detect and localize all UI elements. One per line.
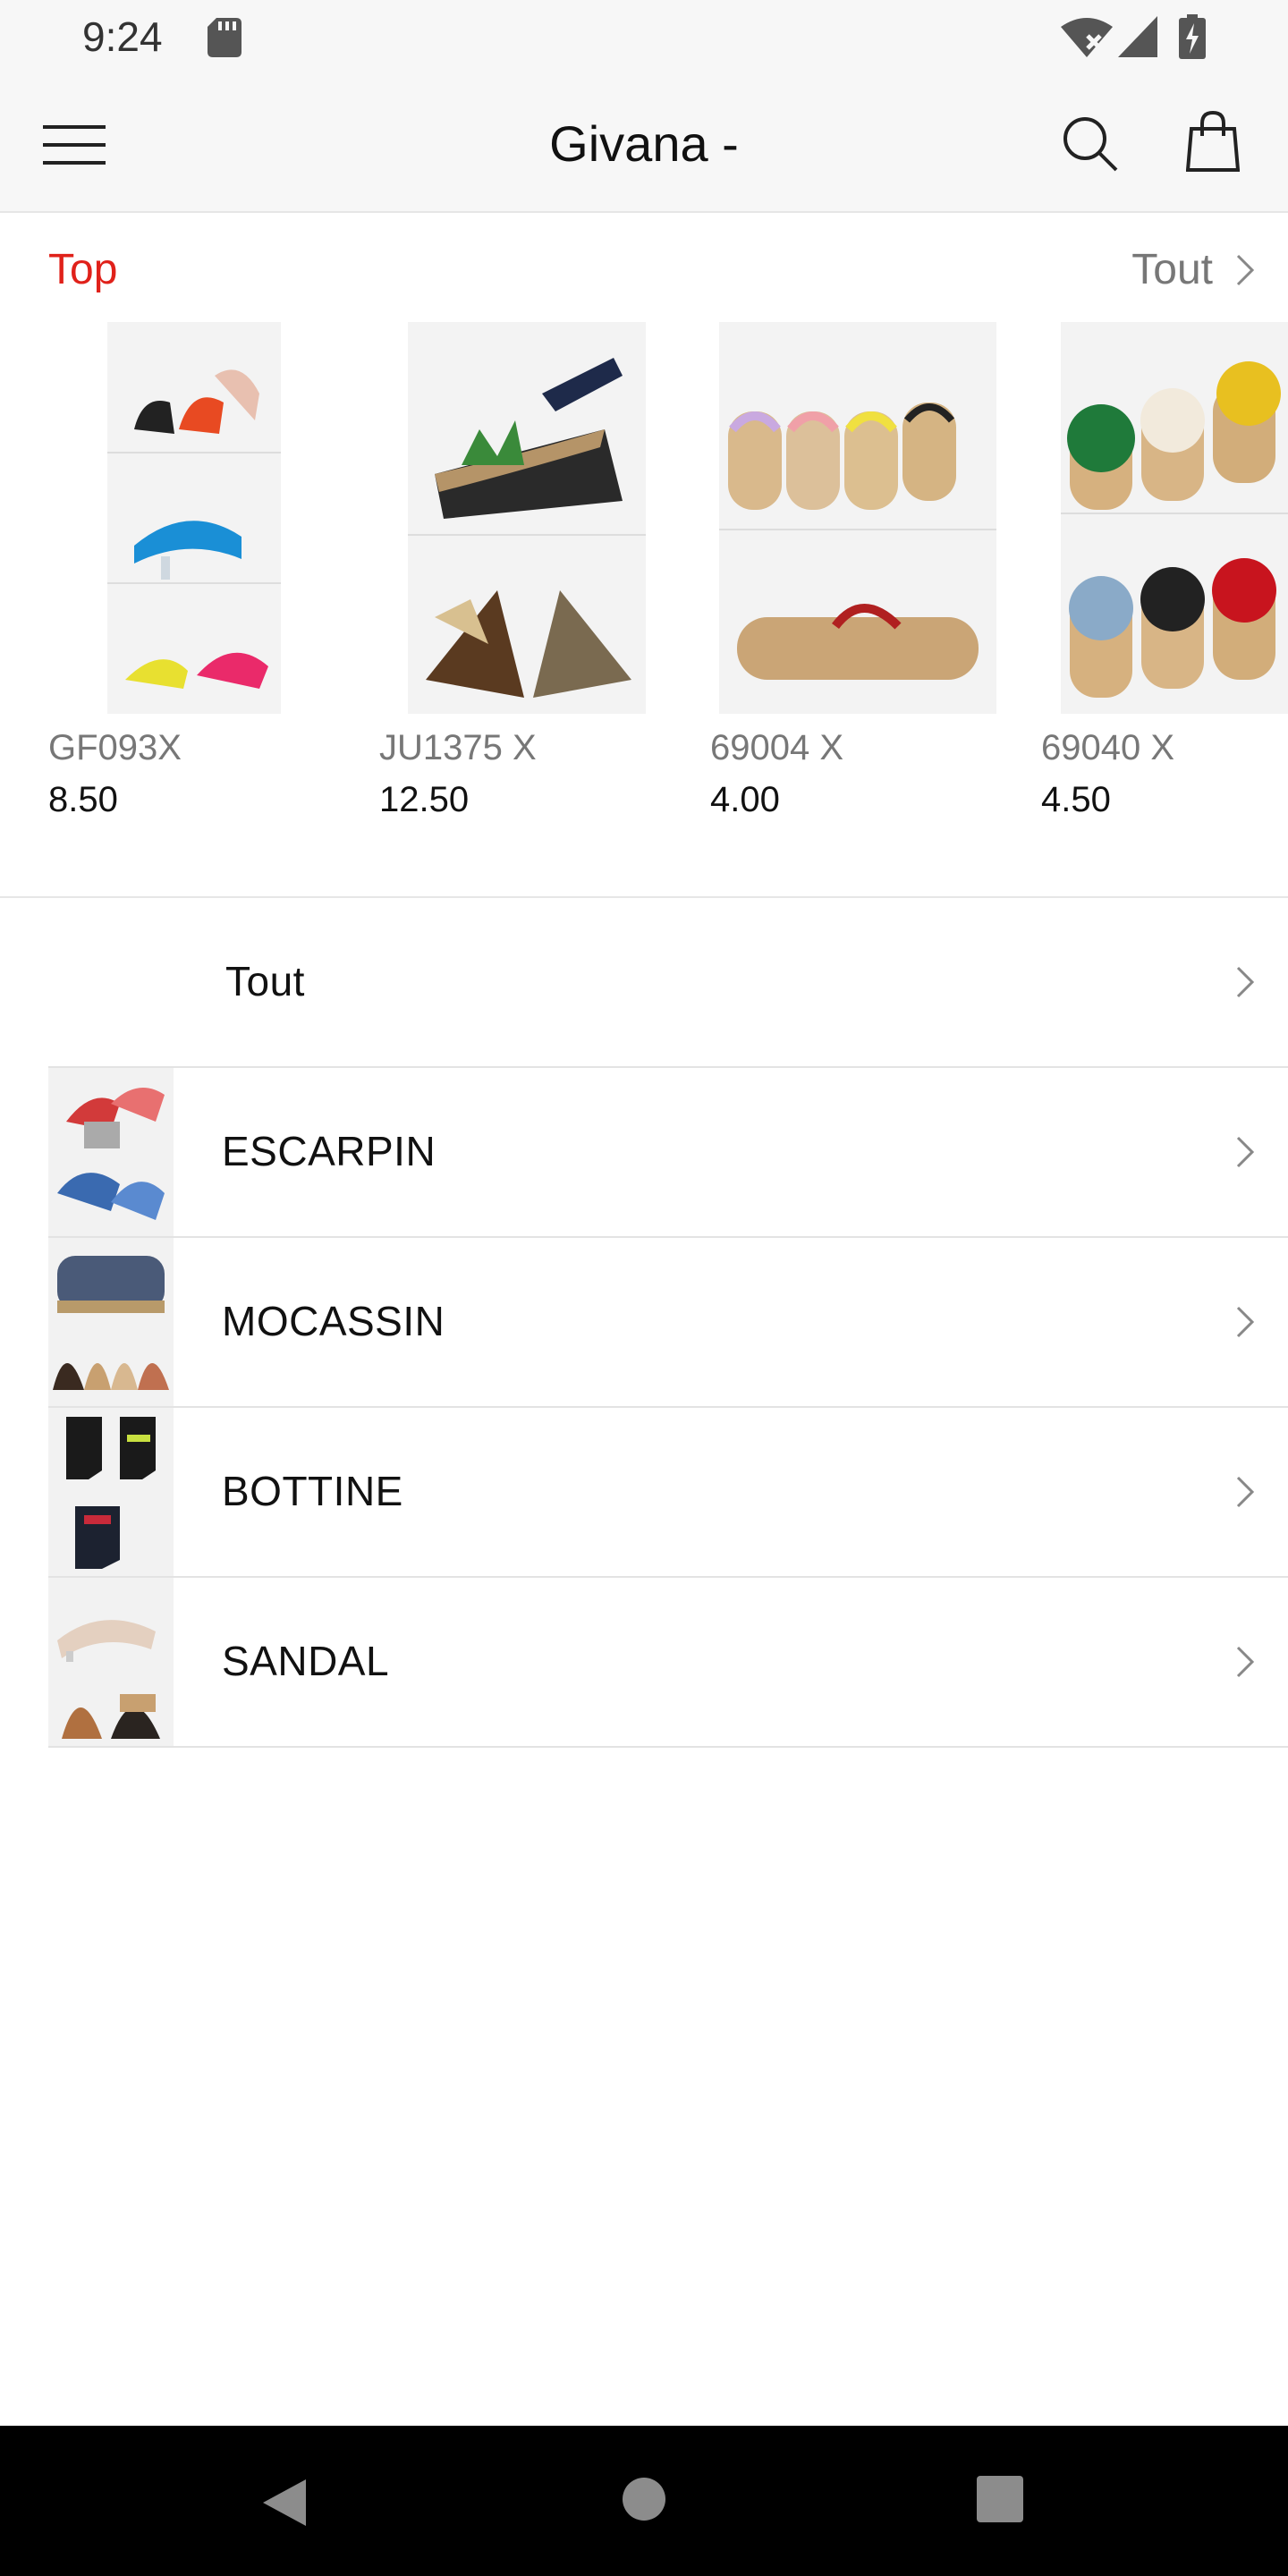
product-price: 8.50 <box>48 780 118 819</box>
category-photo <box>48 1578 174 1746</box>
chevron-right-icon <box>1236 254 1255 285</box>
category-label: Tout <box>225 958 305 1004</box>
wifi-off-icon <box>1061 18 1113 57</box>
top-products-section: Top Tout GF093X 8.50 JU1375 X 12.50 6900… <box>0 213 1288 896</box>
category-label: MOCASSIN <box>222 1298 445 1344</box>
category-label: BOTTINE <box>222 1468 403 1514</box>
product-image <box>107 322 281 714</box>
category-thumbnail <box>48 1578 174 1746</box>
see-all-link[interactable]: Tout <box>1131 245 1258 294</box>
product-name: 69004 X <box>710 728 844 767</box>
category-thumbnail <box>48 1238 174 1406</box>
product-image <box>1061 322 1288 714</box>
product-image <box>408 322 646 714</box>
category-photo <box>48 1238 174 1406</box>
section-title: Top <box>48 246 118 293</box>
category-thumbnail <box>48 1408 174 1576</box>
product-name: JU1375 X <box>379 728 537 767</box>
product-carousel[interactable]: GF093X 8.50 JU1375 X 12.50 69004 X 4.00 … <box>0 322 1288 823</box>
product-image <box>719 322 996 714</box>
category-item-sandal[interactable]: SANDAL <box>48 1578 1288 1748</box>
category-item-mocassin[interactable]: MOCASSIN <box>48 1238 1288 1408</box>
product-photo <box>1061 322 1288 714</box>
product-photo <box>107 322 281 714</box>
chevron-right-icon <box>1236 966 1255 998</box>
sd-card-icon <box>208 18 242 57</box>
app-bar: Givana - <box>0 75 1288 213</box>
search-icon[interactable] <box>1061 114 1118 172</box>
chevron-right-icon <box>1236 1476 1255 1508</box>
system-nav-bar <box>0 2426 1288 2576</box>
see-all-label: Tout <box>1131 246 1213 293</box>
category-thumbnail <box>48 1068 174 1236</box>
category-photo <box>48 1068 174 1236</box>
category-label: ESCARPIN <box>222 1128 436 1174</box>
back-icon[interactable] <box>259 2476 309 2529</box>
category-label: SANDAL <box>222 1638 390 1684</box>
product-price: 4.00 <box>710 780 780 819</box>
product-card[interactable]: 69004 X 4.00 <box>662 322 996 823</box>
chevron-right-icon <box>1236 1306 1255 1338</box>
product-photo <box>408 322 646 714</box>
chevron-right-icon <box>1236 1646 1255 1678</box>
product-photo <box>719 322 996 714</box>
product-card[interactable]: JU1375 X 12.50 <box>331 322 653 823</box>
cell-signal-icon <box>1118 16 1157 57</box>
product-price: 12.50 <box>379 780 470 819</box>
category-photo <box>48 1408 174 1576</box>
recent-apps-icon[interactable] <box>977 2476 1023 2522</box>
product-name: GF093X <box>48 728 182 767</box>
status-bar: 9:24 <box>0 0 1288 75</box>
battery-charging-icon <box>1179 14 1206 59</box>
product-name: 69040 X <box>1041 728 1175 767</box>
category-item-bottine[interactable]: BOTTINE <box>48 1408 1288 1578</box>
chevron-right-icon <box>1236 1136 1255 1168</box>
status-time: 9:24 <box>82 13 163 60</box>
category-item-escarpin[interactable]: ESCARPIN <box>48 1068 1288 1238</box>
product-price: 4.50 <box>1041 780 1111 819</box>
product-card[interactable]: 69040 X 4.50 <box>993 322 1288 823</box>
product-card[interactable]: GF093X 8.50 <box>0 322 322 823</box>
home-icon[interactable] <box>621 2476 667 2522</box>
shopping-bag-icon[interactable] <box>1186 111 1240 172</box>
category-item-all[interactable]: Tout <box>48 898 1288 1068</box>
